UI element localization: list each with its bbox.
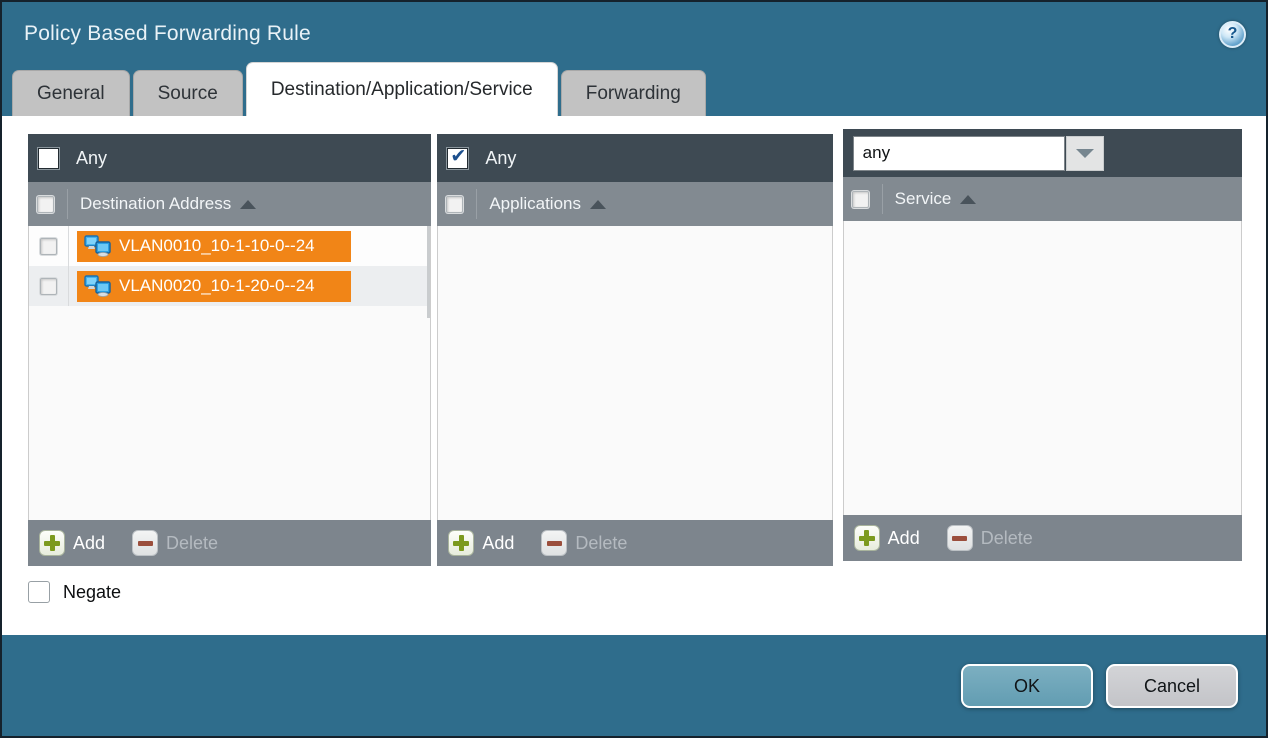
cancel-button[interactable]: Cancel [1106, 664, 1238, 708]
scrollbar[interactable] [427, 226, 430, 318]
service-dropdown[interactable]: any [853, 136, 1104, 171]
delete-button[interactable]: Delete [541, 530, 627, 556]
delete-button[interactable]: Delete [132, 530, 218, 556]
add-button[interactable]: Add [39, 530, 105, 556]
delete-button[interactable]: Delete [947, 525, 1033, 551]
titlebar: Policy Based Forwarding Rule ? [2, 2, 1266, 66]
row-checkbox[interactable] [40, 238, 57, 255]
applications-list [437, 226, 832, 520]
chevron-down-icon[interactable] [1066, 136, 1104, 171]
tab-content: Any Destination Address [2, 116, 1266, 635]
applications-any-label: Any [485, 148, 516, 169]
dialog-footer: OK Cancel [2, 635, 1266, 736]
header-divider [882, 184, 883, 214]
add-button-label: Add [482, 533, 514, 554]
add-button[interactable]: Add [448, 530, 514, 556]
negate-row: Negate [28, 581, 1242, 603]
destination-address-panel: Any Destination Address [28, 134, 431, 566]
table-row[interactable]: VLAN0020_10-1-20-0--24 [29, 266, 430, 306]
negate-checkbox[interactable] [28, 581, 50, 603]
policy-based-forwarding-dialog: Policy Based Forwarding Rule ? General S… [0, 0, 1268, 738]
tab-source[interactable]: Source [133, 70, 243, 116]
applications-any-checkbox[interactable] [447, 148, 468, 169]
ok-button[interactable]: OK [961, 664, 1093, 708]
negate-label: Negate [63, 582, 121, 603]
help-icon[interactable]: ? [1219, 21, 1246, 48]
applications-select-all-checkbox[interactable] [446, 196, 463, 213]
destination-any-checkbox[interactable] [38, 148, 59, 169]
destination-any-label: Any [76, 148, 107, 169]
delete-button-label: Delete [575, 533, 627, 554]
applications-toolbar: Add Delete [437, 520, 832, 566]
tab-bar: General Source Destination/Application/S… [2, 66, 1266, 116]
service-select-all-checkbox[interactable] [852, 191, 869, 208]
network-address-icon [84, 235, 111, 257]
minus-icon [541, 530, 567, 556]
service-list [843, 221, 1242, 515]
header-divider [476, 189, 477, 219]
sort-ascending-icon[interactable] [590, 200, 606, 209]
address-object-label: VLAN0010_10-1-10-0--24 [119, 236, 315, 256]
row-checkbox-cell [29, 226, 69, 266]
minus-icon [947, 525, 973, 551]
add-button-label: Add [888, 528, 920, 549]
service-panel: any Service Add [843, 129, 1242, 561]
address-object-chip[interactable]: VLAN0010_10-1-10-0--24 [77, 231, 351, 262]
add-button-label: Add [73, 533, 105, 554]
applications-any-bar: Any [437, 134, 832, 182]
destination-column-header: Destination Address [28, 182, 431, 226]
address-object-label: VLAN0020_10-1-20-0--24 [119, 276, 315, 296]
destination-header-label: Destination Address [80, 194, 231, 214]
destination-select-all-checkbox[interactable] [37, 196, 54, 213]
row-checkbox-cell [29, 266, 69, 306]
table-row[interactable]: VLAN0010_10-1-10-0--24 [29, 226, 430, 266]
service-dropdown-bar: any [843, 129, 1242, 177]
header-divider [67, 189, 68, 219]
tab-general[interactable]: General [12, 70, 130, 116]
network-address-icon [84, 275, 111, 297]
sort-ascending-icon[interactable] [240, 200, 256, 209]
service-header-label: Service [895, 189, 952, 209]
plus-icon [39, 530, 65, 556]
add-button[interactable]: Add [854, 525, 920, 551]
address-object-chip[interactable]: VLAN0020_10-1-20-0--24 [77, 271, 351, 302]
delete-button-label: Delete [166, 533, 218, 554]
row-checkbox[interactable] [40, 278, 57, 295]
service-toolbar: Add Delete [843, 515, 1242, 561]
sort-ascending-icon[interactable] [960, 195, 976, 204]
destination-any-bar: Any [28, 134, 431, 182]
minus-icon [132, 530, 158, 556]
applications-panel: Any Applications Add Delete [437, 134, 832, 566]
delete-button-label: Delete [981, 528, 1033, 549]
plus-icon [448, 530, 474, 556]
service-dropdown-value[interactable]: any [853, 136, 1065, 171]
page-title: Policy Based Forwarding Rule [24, 22, 311, 46]
destination-toolbar: Add Delete [28, 520, 431, 566]
destination-address-list: VLAN0010_10-1-10-0--24 VLAN0020_10-1-20-… [28, 226, 431, 520]
tab-destination-application-service[interactable]: Destination/Application/Service [246, 62, 558, 116]
applications-header-label: Applications [489, 194, 581, 214]
service-column-header: Service [843, 177, 1242, 221]
applications-column-header: Applications [437, 182, 832, 226]
plus-icon [854, 525, 880, 551]
tab-forwarding[interactable]: Forwarding [561, 70, 706, 116]
